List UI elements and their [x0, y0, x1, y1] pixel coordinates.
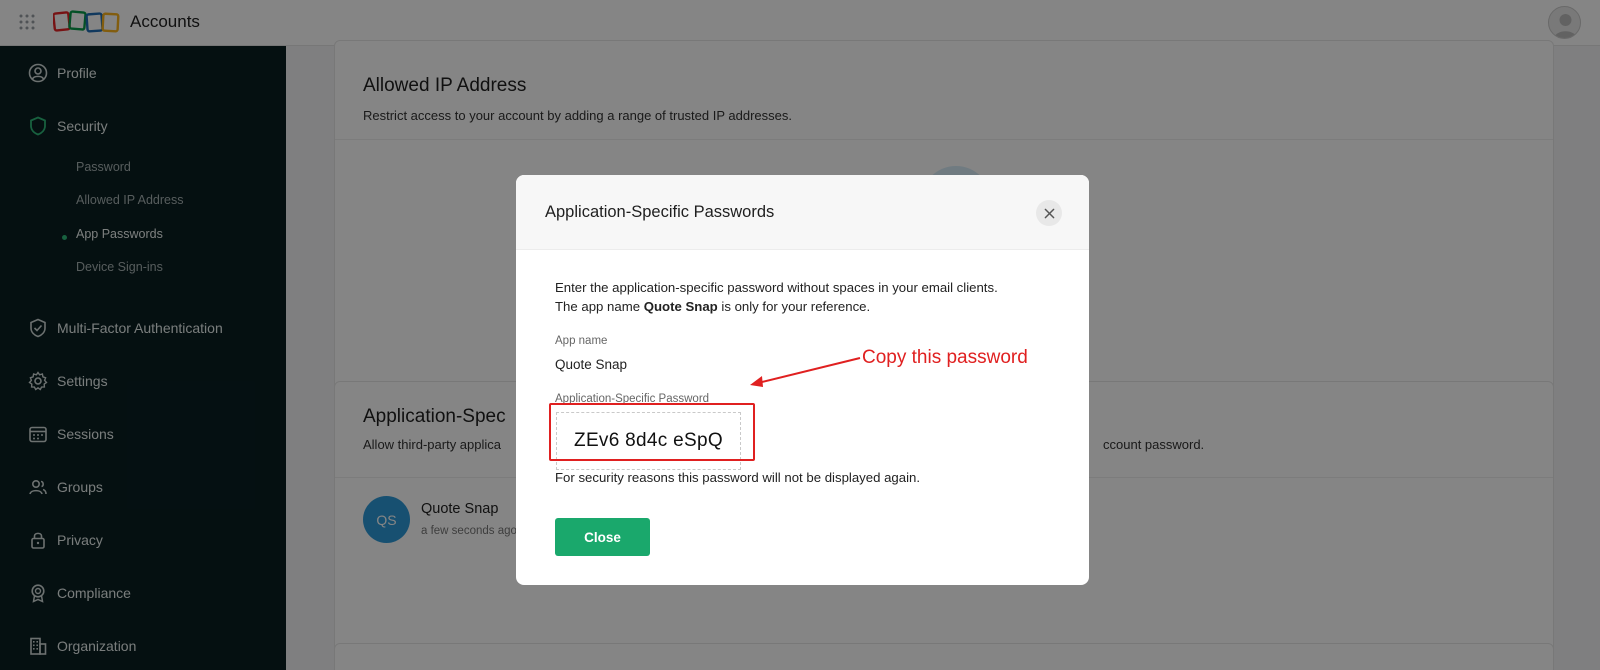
- app-name-emphasis: Quote Snap: [643, 299, 718, 314]
- dialog-header: Application-Specific Passwords: [516, 175, 1089, 250]
- close-button[interactable]: Close: [555, 518, 650, 556]
- instruction-text: is only for your reference.: [717, 299, 871, 314]
- app-name-label: App name: [555, 335, 608, 347]
- dialog-title: Application-Specific Passwords: [545, 203, 775, 221]
- annotation-highlight-box: [549, 403, 755, 461]
- instruction-text: The app name: [555, 299, 644, 314]
- annotation-arrow-icon: [750, 357, 861, 387]
- annotation-text: Copy this password: [862, 347, 1028, 368]
- instruction-line-1: Enter the application-specific password …: [555, 280, 998, 295]
- instruction-line-2: The app name Quote Snap is only for your…: [555, 299, 870, 314]
- security-note: For security reasons this password will …: [555, 470, 921, 485]
- close-icon[interactable]: [1036, 200, 1062, 226]
- app-name-value: Quote Snap: [555, 357, 628, 372]
